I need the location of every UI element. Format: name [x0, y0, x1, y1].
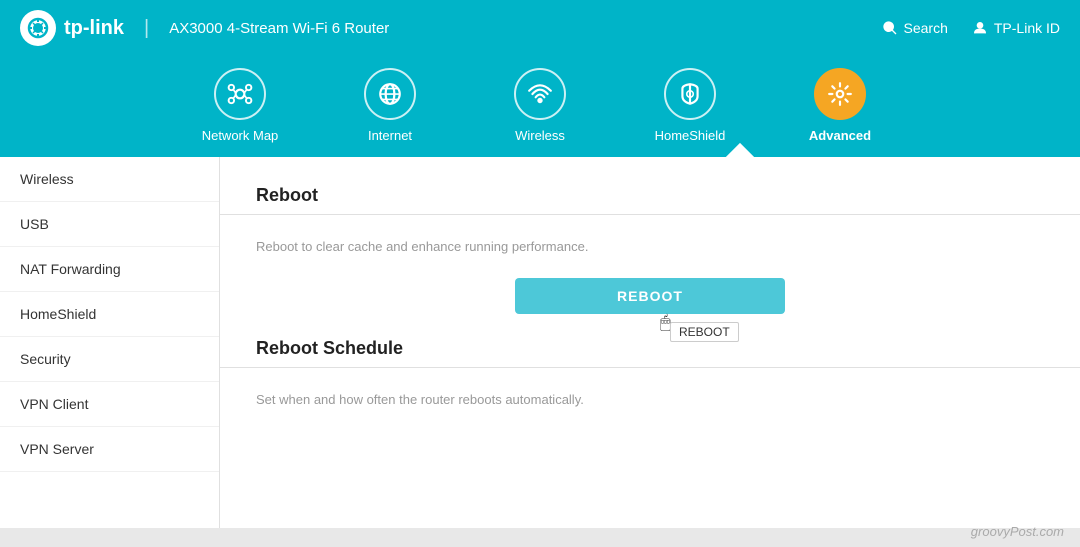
search-label: Search [904, 20, 948, 36]
nav-label-homeshield: HomeShield [655, 128, 726, 143]
nav-item-advanced[interactable]: Advanced [795, 68, 885, 157]
reboot-button-area: REBOOT 🖱 REBOOT [256, 278, 1044, 314]
nav-label-internet: Internet [368, 128, 412, 143]
internet-icon-circle [364, 68, 416, 120]
sidebar-item-vpn-server[interactable]: VPN Server [0, 427, 219, 472]
wireless-icon-circle [514, 68, 566, 120]
schedule-divider [220, 367, 1080, 368]
sidebar-item-vpn-client[interactable]: VPN Client [0, 382, 219, 427]
nav-item-network-map[interactable]: Network Map [195, 68, 285, 157]
header-left: tp-link | AX3000 4-Stream Wi-Fi 6 Router [20, 10, 389, 46]
nav-item-wireless[interactable]: Wireless [495, 68, 585, 157]
header-right: Search TP-Link ID [882, 20, 1060, 36]
reboot-button[interactable]: REBOOT [515, 278, 785, 314]
schedule-title: Reboot Schedule [256, 338, 1044, 359]
reboot-description: Reboot to clear cache and enhance runnin… [256, 239, 1044, 254]
logo-icon [20, 10, 56, 46]
nav-label-network-map: Network Map [202, 128, 279, 143]
nav-label-wireless: Wireless [515, 128, 565, 143]
account-button[interactable]: TP-Link ID [972, 20, 1060, 36]
logo: tp-link [20, 10, 124, 46]
schedule-description: Set when and how often the router reboot… [256, 392, 1044, 407]
reboot-tooltip: REBOOT [670, 322, 739, 342]
header: tp-link | AX3000 4-Stream Wi-Fi 6 Router… [0, 0, 1080, 56]
sidebar-item-wireless[interactable]: Wireless [0, 157, 219, 202]
watermark: groovyPost.com [971, 524, 1064, 539]
reboot-title: Reboot [256, 185, 1044, 206]
nav-bar: Network Map Internet Wireless [0, 56, 1080, 157]
homeshield-icon-circle [664, 68, 716, 120]
advanced-icon-circle [814, 68, 866, 120]
sidebar-item-homeshield[interactable]: HomeShield [0, 292, 219, 337]
main-layout: Wireless USB NAT Forwarding HomeShield S… [0, 157, 1080, 528]
content-area: Reboot Reboot to clear cache and enhance… [220, 157, 1080, 528]
search-button[interactable]: Search [882, 20, 948, 36]
sidebar-item-usb[interactable]: USB [0, 202, 219, 247]
nav-item-internet[interactable]: Internet [345, 68, 435, 157]
nav-label-advanced: Advanced [809, 128, 871, 143]
account-label: TP-Link ID [994, 20, 1060, 36]
sidebar: Wireless USB NAT Forwarding HomeShield S… [0, 157, 220, 528]
nav-item-homeshield[interactable]: HomeShield [645, 68, 735, 157]
header-divider: | [144, 17, 149, 40]
network-map-icon-circle [214, 68, 266, 120]
sidebar-item-security[interactable]: Security [0, 337, 219, 382]
sidebar-item-nat-forwarding[interactable]: NAT Forwarding [0, 247, 219, 292]
reboot-divider [220, 214, 1080, 215]
router-model: AX3000 4-Stream Wi-Fi 6 Router [169, 20, 389, 37]
logo-text: tp-link [64, 17, 124, 40]
